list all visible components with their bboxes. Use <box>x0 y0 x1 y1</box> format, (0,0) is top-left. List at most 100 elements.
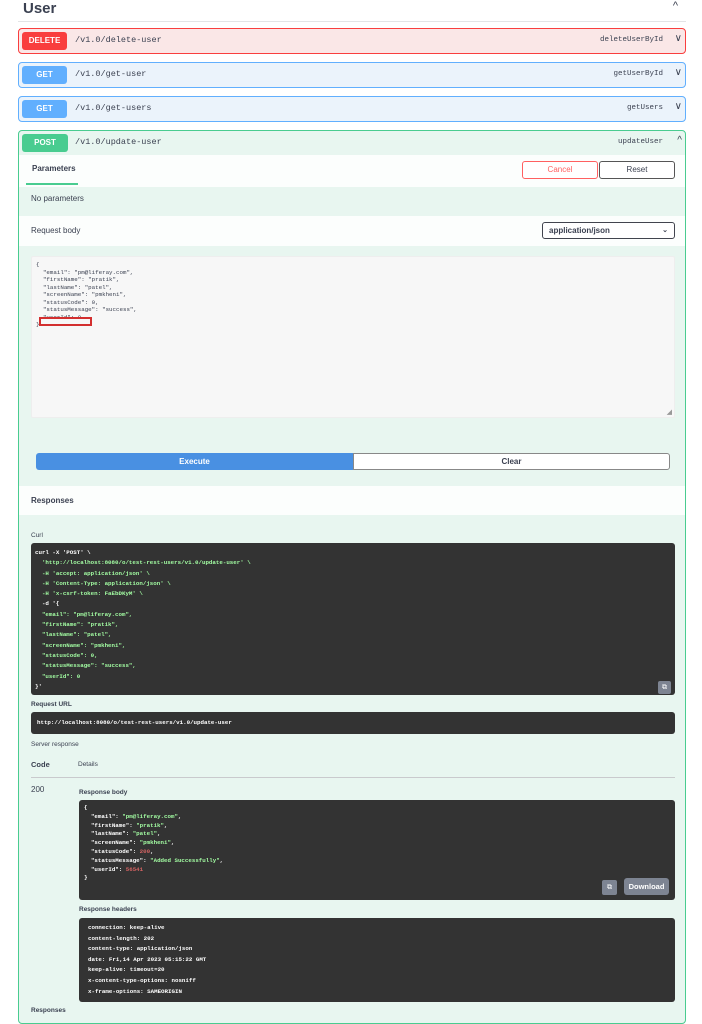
request-body-header: Request body application/json ⌄ <box>19 216 685 246</box>
response-headers-block: connection: keep-alive content-length: 2… <box>79 918 675 1002</box>
request-body-label: Request body <box>31 226 81 235</box>
header-line: date: Fri,14 Apr 2023 05:15:22 GMT <box>88 955 207 963</box>
curl-line: -H 'Content-Type: application/json' \ <box>35 579 171 587</box>
json-value: "pmkheni" <box>139 839 171 847</box>
reset-button[interactable]: Reset <box>599 161 675 179</box>
json-key: "firstName": <box>84 821 137 829</box>
operation-id: deleteUserById <box>599 36 663 44</box>
json-value: 56541 <box>125 865 144 873</box>
header-line: connection: keep-alive <box>88 924 165 931</box>
json-brace: } <box>84 874 88 882</box>
response-body-block[interactable]: { "email": "pm@liferay.com", "firstName"… <box>79 800 675 900</box>
opblock-update-user: POST /v1.0/update-user updateUser ^ Para… <box>18 130 686 1024</box>
operation-path[interactable]: /v1.0/update-user <box>75 137 162 147</box>
curl-line: "statusCode": 0, <box>35 651 98 659</box>
body-line: "lastName": "patel", <box>36 283 113 291</box>
header-line: keep-alive: timeout=20 <box>88 966 165 974</box>
json-value: "pm@liferay.com" <box>122 812 178 820</box>
content-type-select[interactable]: application/json ⌄ <box>542 222 675 239</box>
download-button[interactable]: Download <box>624 878 669 895</box>
details-column-header: Details <box>78 761 98 768</box>
tab-parameters[interactable]: Parameters <box>28 164 80 173</box>
opblock-delete-user[interactable]: DELETE /v1.0/delete-user deleteUserById … <box>18 28 686 54</box>
curl-line: -d '{ <box>35 600 60 608</box>
json-key: "userId": <box>84 865 126 873</box>
tab-underline <box>26 183 78 185</box>
body-line: "statusCode": 0, <box>36 298 99 306</box>
responses-section-label: Responses <box>31 1007 66 1014</box>
tag-title: User <box>23 0 57 17</box>
chevron-up-icon[interactable]: ^ <box>673 0 678 12</box>
curl-code-block[interactable]: curl -X 'POST' \ 'http://localhost:8080/… <box>31 543 675 695</box>
json-value: "Added Successfully" <box>150 856 220 864</box>
curl-line: 'http://localhost:8080/o/test-rest-users… <box>35 559 251 567</box>
operation-id: updateUser <box>617 138 663 146</box>
curl-label: Curl <box>31 532 43 539</box>
header-line: x-frame-options: SAMEORIGIN <box>88 987 182 995</box>
clear-button[interactable]: Clear <box>353 453 670 470</box>
method-badge-delete: DELETE <box>22 32 67 50</box>
json-key: "email": <box>84 812 123 820</box>
tag-header-user[interactable]: User ^ <box>18 0 686 22</box>
json-value: "pratik" <box>136 821 165 829</box>
curl-line: "firstName": "pratik", <box>35 621 119 629</box>
json-value: 200 <box>139 847 151 855</box>
body-line: "firstName": "pratik", <box>36 276 120 283</box>
chevron-down-icon[interactable]: ∨ <box>675 33 682 44</box>
response-status-code: 200 <box>31 785 45 794</box>
chevron-down-icon[interactable]: ∨ <box>675 67 682 78</box>
request-url-label: Request URL <box>31 701 72 708</box>
copy-icon[interactable]: ⧉ <box>658 681 671 694</box>
json-value: "patel" <box>132 830 158 838</box>
opblock-get-users[interactable]: GET /v1.0/get-users getUsers ∨ <box>18 96 686 122</box>
header-line: content-type: application/json <box>88 945 193 953</box>
json-key: "screenName": <box>84 839 140 847</box>
json-key: "statusMessage": <box>84 856 151 864</box>
curl-line: curl -X 'POST' \ <box>35 549 91 556</box>
request-url-value: http://localhost:8080/o/test-rest-users/… <box>31 712 675 734</box>
divider <box>31 777 675 778</box>
code-column-header: Code <box>31 760 50 769</box>
parameters-header: Parameters Cancel Reset <box>19 155 685 187</box>
request-body-editor[interactable]: { "email": "pm@liferay.com", "firstName"… <box>31 256 675 418</box>
curl-line: "lastName": "patel", <box>35 631 112 639</box>
swagger-page: User ^ DELETE /v1.0/delete-user deleteUs… <box>0 0 702 1024</box>
operation-path: /v1.0/get-user <box>75 69 147 79</box>
curl-line: }' <box>35 682 42 690</box>
method-badge-get: GET <box>22 66 67 84</box>
json-key: "statusCode": <box>84 847 140 855</box>
no-parameters-text: No parameters <box>31 194 84 203</box>
opblock-get-user[interactable]: GET /v1.0/get-user getUserById ∨ <box>18 62 686 88</box>
cancel-button[interactable]: Cancel <box>522 161 598 179</box>
curl-line: -H 'accept: application/json' \ <box>35 569 150 577</box>
operation-id: getUserById <box>613 70 663 78</box>
header-line: content-length: 202 <box>88 934 155 942</box>
curl-line: "email": "pm@liferay.com", <box>35 610 133 618</box>
json-brace: { <box>84 804 88 811</box>
response-headers-label: Response headers <box>79 906 137 913</box>
curl-line: "statusMessage": "success", <box>35 662 136 670</box>
curl-line: "userId": 0 <box>35 672 81 680</box>
body-line: "email": "pm@liferay.com", <box>36 268 134 276</box>
operation-path: /v1.0/get-users <box>75 103 152 113</box>
body-line: "screenName": "pmkheni", <box>36 291 127 298</box>
content-type-value: application/json <box>549 226 610 235</box>
method-badge-post[interactable]: POST <box>22 134 68 152</box>
body-line: { <box>36 261 40 268</box>
response-body-label: Response body <box>79 789 128 796</box>
json-key: "lastName": <box>84 830 133 838</box>
operation-id: getUsers <box>626 104 663 112</box>
chevron-down-icon: ⌄ <box>662 227 668 234</box>
responses-header: Responses <box>19 486 685 515</box>
chevron-down-icon[interactable]: ∨ <box>675 101 682 112</box>
copy-icon[interactable]: ⧉ <box>602 880 617 895</box>
body-line: "statusMessage": "success", <box>36 306 137 313</box>
operation-path: /v1.0/delete-user <box>75 35 162 45</box>
userid-highlight-box <box>39 317 92 326</box>
chevron-up-icon[interactable]: ^ <box>677 135 682 146</box>
execute-button[interactable]: Execute <box>36 453 353 470</box>
curl-line: -H 'x-csrf-token: FaEbDKyM' \ <box>35 590 143 598</box>
method-badge-get: GET <box>22 100 67 118</box>
resize-handle-icon[interactable]: ◢ <box>667 408 672 416</box>
header-line: x-content-type-options: nosniff <box>88 976 196 984</box>
